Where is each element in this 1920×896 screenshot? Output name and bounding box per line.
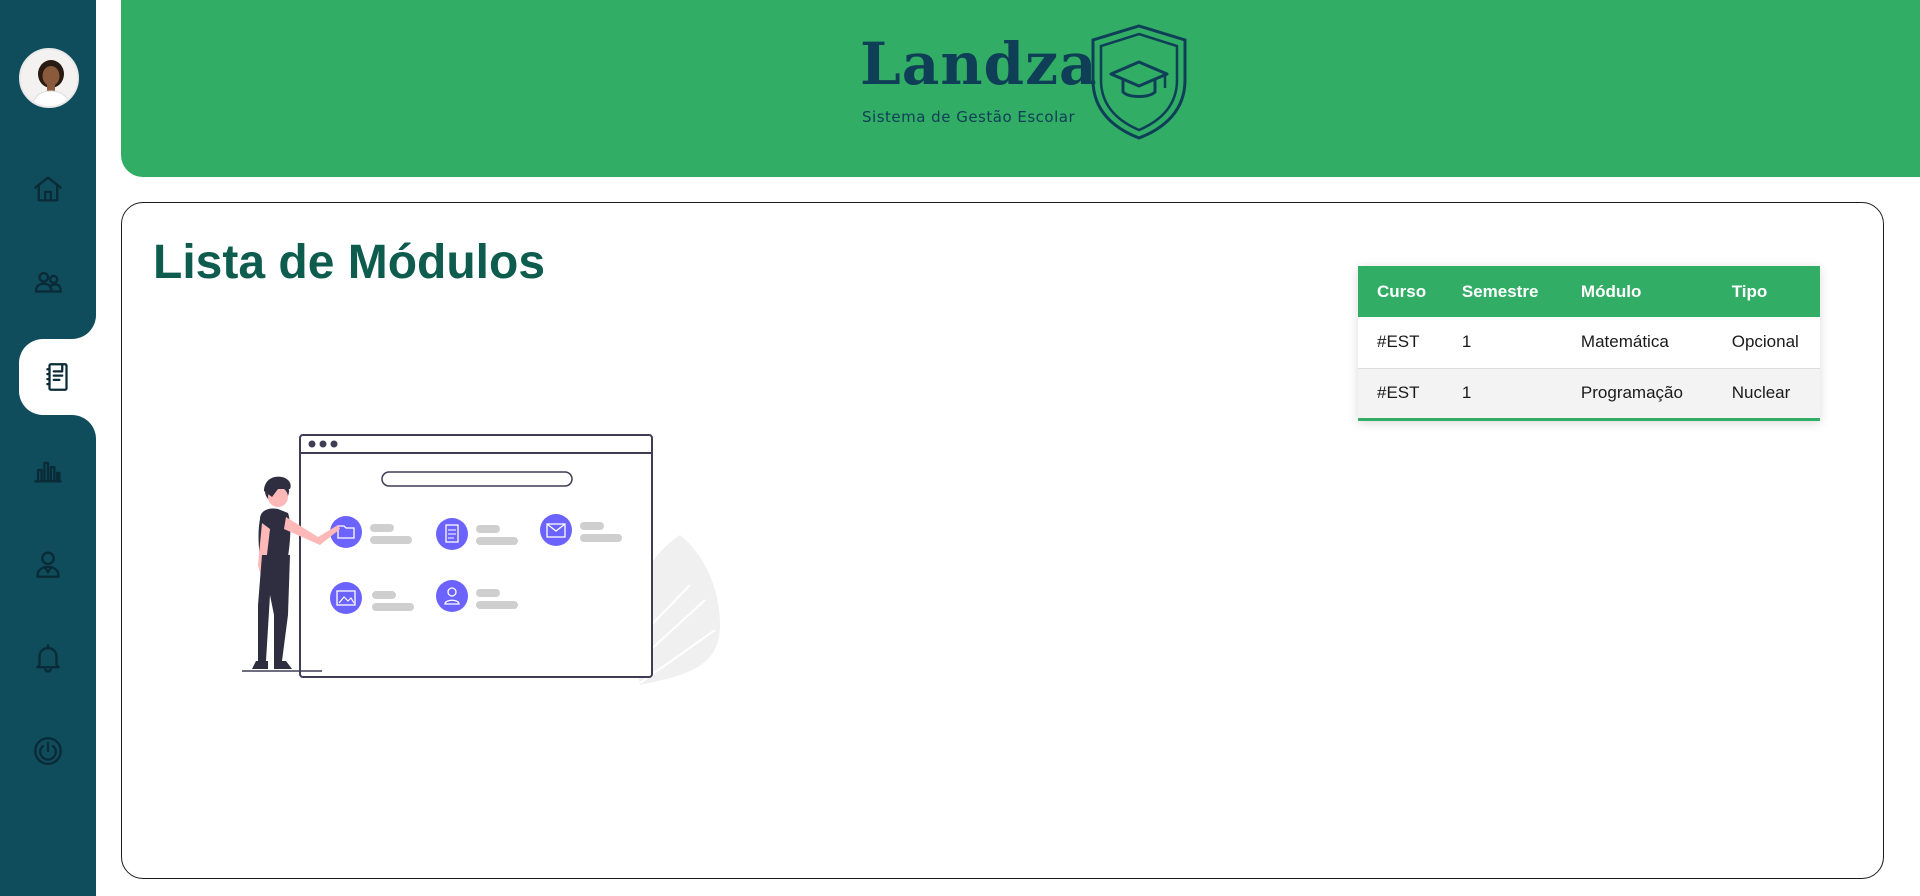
cell-modulo: Programação — [1580, 383, 1683, 402]
brand-logo[interactable]: Landza Sistema de Gestão Escolar — [860, 22, 1220, 152]
table-row[interactable]: #EST 1 Matemática Opcional — [1358, 317, 1820, 368]
modules-table: Curso Semestre Módulo Tipo #EST 1 Matemá… — [1358, 266, 1820, 421]
sidebar-item-modules[interactable] — [19, 339, 96, 415]
modules-card: Lista de Módulos Curso Semestre Módulo T… — [121, 202, 1884, 879]
users-icon — [34, 271, 62, 293]
power-icon — [34, 737, 62, 765]
dashboard-illustration — [242, 434, 720, 685]
brand-name: Landza — [860, 30, 1098, 98]
bell-icon — [36, 644, 60, 673]
cell-semestre: 1 — [1461, 332, 1472, 352]
sidebar-item-notifications[interactable] — [0, 620, 96, 696]
modules-table-container: Curso Semestre Módulo Tipo #EST 1 Matemá… — [1358, 266, 1820, 421]
avatar[interactable] — [19, 48, 79, 108]
header-curso[interactable]: Curso — [1358, 266, 1443, 317]
sidebar-item-home[interactable] — [0, 151, 96, 227]
cell-tipo: Nuclear — [1731, 383, 1791, 402]
sidebar-item-users[interactable] — [0, 245, 96, 321]
table-row[interactable]: #EST 1 Programação Nuclear — [1358, 368, 1820, 419]
cell-curso: #EST — [1377, 383, 1420, 402]
header-modulo[interactable]: Módulo — [1562, 266, 1713, 317]
notebook-icon — [45, 363, 68, 391]
bar-chart-icon — [34, 461, 62, 483]
sidebar-item-logout[interactable] — [0, 713, 96, 789]
brand-subtitle: Sistema de Gestão Escolar — [862, 108, 1076, 126]
home-icon — [34, 176, 62, 202]
cell-curso: #EST — [1377, 332, 1420, 352]
table-header-row: Curso Semestre Módulo Tipo — [1358, 266, 1820, 317]
shield-graduation-icon — [1091, 24, 1187, 140]
sidebar-item-teacher[interactable] — [0, 526, 96, 602]
page-title: Lista de Módulos — [153, 236, 546, 289]
cell-modulo: Matemática — [1580, 332, 1669, 352]
header-semestre[interactable]: Semestre — [1443, 266, 1562, 317]
sidebar — [0, 0, 96, 896]
cell-semestre: 1 — [1461, 383, 1472, 402]
sidebar-item-reports[interactable] — [0, 432, 96, 508]
cell-tipo: Opcional — [1731, 332, 1799, 352]
user-icon — [36, 551, 60, 578]
avatar-image — [21, 50, 77, 106]
header-tipo[interactable]: Tipo — [1713, 266, 1820, 317]
header-banner: Landza Sistema de Gestão Escolar — [121, 0, 1920, 177]
